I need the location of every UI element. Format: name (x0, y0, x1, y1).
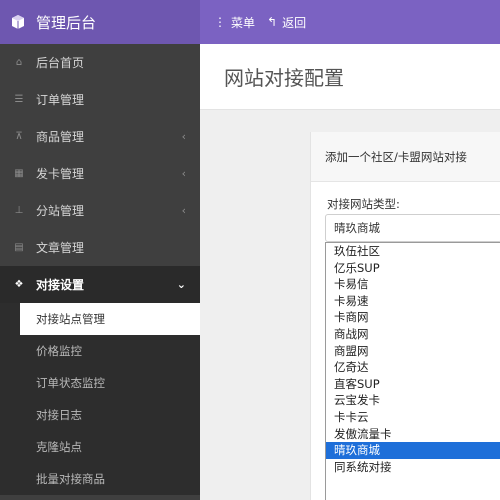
vertical-dots-icon: ⋮ (214, 15, 226, 29)
config-panel: 添加一个社区/卡盟网站对接 对接网站类型: 晴玖商城 玖伍社区 亿乐SUP 卡易… (310, 132, 500, 500)
page-header: 网站对接配置 (200, 44, 500, 110)
sidebar-item-label: 后台首页 (36, 56, 85, 70)
dropdown-option[interactable]: 亿乐SUP (326, 260, 500, 277)
back-button[interactable]: ↰ 返回 (267, 14, 306, 31)
sidebar-subitem-batch-dock-products[interactable]: 批量对接商品 (0, 463, 200, 495)
chevron-down-icon: ⌄ (176, 278, 186, 291)
panel-heading: 添加一个社区/卡盟网站对接 (311, 132, 500, 182)
sidebar-subitem-price-monitor[interactable]: 价格监控 (0, 335, 200, 367)
sidebar-item-label: 对接设置 (36, 278, 85, 292)
dropdown-option[interactable]: 发傲流量卡 (326, 426, 500, 443)
chevron-left-icon: ‹ (181, 130, 186, 143)
document-icon: ▤ (14, 242, 24, 253)
dropdown-option[interactable]: 卡卡云 (326, 409, 500, 426)
site-type-label: 对接网站类型: (327, 197, 400, 211)
site-type-dropdown-list[interactable]: 玖伍社区 亿乐SUP 卡易信 卡易速 卡商网 商战网 商盟网 亿奇达 直客SUP… (325, 242, 500, 500)
dropdown-option[interactable]: 商战网 (326, 326, 500, 343)
cube-logo-icon (12, 15, 24, 29)
dropdown-option[interactable]: 玖伍社区 (326, 243, 500, 260)
chevron-left-icon: ‹ (181, 167, 186, 180)
cubes-icon: ❖ (14, 279, 24, 290)
sitemap-icon: ⊥ (14, 205, 24, 216)
sidebar-item-substations[interactable]: ⊥ 分站管理 ‹ (0, 192, 200, 229)
site-type-select[interactable]: 晴玖商城 (325, 214, 500, 242)
back-label: 返回 (282, 15, 307, 30)
menu-toggle-button[interactable]: ⋮ 菜单 (214, 14, 255, 31)
sidebar-item-label: 商品管理 (36, 130, 85, 144)
sidebar-subitem-clone-site[interactable]: 克隆站点 (0, 431, 200, 463)
sidebar-item-docking-settings[interactable]: ❖ 对接设置 ⌄ (0, 266, 200, 303)
sidebar-item-cards[interactable]: ▦ 发卡管理 ‹ (0, 155, 200, 192)
dropdown-option[interactable]: 商盟网 (326, 343, 500, 360)
cart-icon: ⊼ (15, 131, 23, 142)
sidebar-item-home[interactable]: ⌂ 后台首页 (0, 44, 200, 81)
sidebar-item-label: 发卡管理 (36, 167, 85, 181)
dropdown-option[interactable]: 同系统对接 (326, 459, 500, 476)
list-icon: ☰ (14, 94, 24, 105)
sidebar-item-orders[interactable]: ☰ 订单管理 (0, 81, 200, 118)
chevron-left-icon: ‹ (181, 204, 186, 217)
top-bar: ⋮ 菜单 ↰ 返回 (200, 0, 500, 44)
dropdown-option[interactable]: 直客SUP (326, 376, 500, 393)
menu-label: 菜单 (231, 15, 256, 30)
sidebar: ⌂ 后台首页 ☰ 订单管理 ⊼ 商品管理 ‹ ▦ 发卡管理 ‹ ⊥ 分站管理 ‹… (0, 44, 200, 500)
dropdown-option[interactable]: 云宝发卡 (326, 392, 500, 409)
sidebar-item-label: 分站管理 (36, 204, 85, 218)
sidebar-subitem-docking-log[interactable]: 对接日志 (0, 399, 200, 431)
reply-arrow-icon: ↰ (267, 15, 278, 29)
dropdown-option[interactable]: 卡易信 (326, 276, 500, 293)
site-type-selected-value: 晴玖商城 (334, 221, 380, 235)
sidebar-subitem-order-status-monitor[interactable]: 订单状态监控 (0, 367, 200, 399)
page-title: 网站对接配置 (224, 66, 344, 90)
main-content: 网站对接配置 添加一个社区/卡盟网站对接 对接网站类型: 晴玖商城 玖伍社区 亿… (200, 44, 500, 500)
sidebar-subitem-site-management[interactable]: 对接站点管理 (20, 303, 200, 335)
app-title: 管理后台 (36, 13, 97, 32)
sidebar-item-products[interactable]: ⊼ 商品管理 ‹ (0, 118, 200, 155)
docking-submenu: 对接站点管理 价格监控 订单状态监控 对接日志 克隆站点 批量对接商品 (0, 303, 200, 495)
dropdown-option-selected[interactable]: 晴玖商城 (326, 442, 500, 459)
sidebar-item-articles[interactable]: ▤ 文章管理 (0, 229, 200, 266)
dropdown-option[interactable]: 亿奇达 (326, 359, 500, 376)
sidebar-item-label: 订单管理 (36, 93, 85, 107)
home-icon: ⌂ (15, 57, 23, 68)
grid-icon: ▦ (14, 168, 24, 179)
dropdown-option[interactable]: 卡易速 (326, 293, 500, 310)
dropdown-option[interactable]: 卡商网 (326, 309, 500, 326)
brand-bar: 管理后台 (0, 0, 200, 44)
sidebar-item-label: 文章管理 (36, 241, 85, 255)
